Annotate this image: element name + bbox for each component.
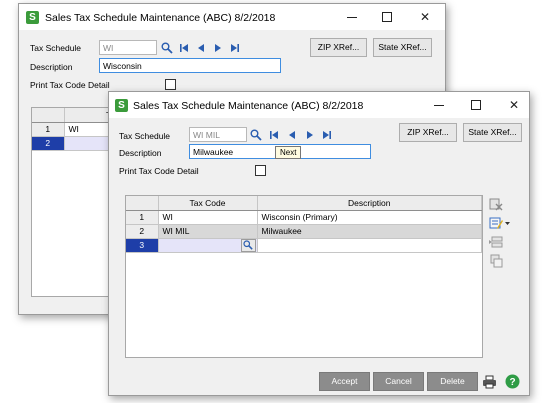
minimize-button[interactable] — [431, 97, 447, 113]
grid-corner — [126, 196, 159, 211]
delete-button[interactable]: Delete — [427, 372, 478, 391]
description-cell[interactable]: Wisconsin (Primary) — [257, 210, 482, 225]
tax-schedule-field[interactable]: WI — [99, 40, 157, 55]
minimize-button[interactable] — [344, 9, 360, 25]
row-number: 3 — [126, 238, 159, 253]
previous-record-icon[interactable] — [196, 43, 206, 54]
copy-row-icon[interactable] — [489, 254, 503, 268]
tax-schedule-field[interactable]: WI MIL — [189, 127, 247, 142]
accept-button[interactable]: Accept — [319, 372, 370, 391]
description-cell[interactable] — [257, 238, 482, 253]
app-icon: S — [26, 11, 39, 24]
print-detail-label: Print Tax Code Detail — [119, 166, 199, 176]
table-row[interactable]: 3 — [126, 238, 482, 253]
next-tooltip: Next — [275, 146, 302, 159]
zip-xref-button[interactable]: ZIP XRef... — [310, 38, 367, 57]
window-title: Sales Tax Schedule Maintenance (ABC) 8/2… — [133, 100, 364, 112]
table-row[interactable]: 2 — [32, 136, 120, 151]
tax-code-cell[interactable]: WI MIL — [158, 224, 258, 239]
column-header-tax-code[interactable]: Tax Code — [158, 196, 258, 211]
print-detail-checkbox[interactable] — [255, 165, 266, 176]
window-title: Sales Tax Schedule Maintenance (ABC) 8/2… — [45, 12, 276, 24]
table-row[interactable]: 1 WI Wisconsin (Primary) — [126, 210, 482, 225]
row-number: 2 — [32, 136, 65, 151]
insert-row-icon[interactable] — [489, 235, 503, 249]
magnifier-icon[interactable] — [161, 42, 173, 54]
row-number: 2 — [126, 224, 159, 239]
state-xref-button[interactable]: State XRef... — [373, 38, 432, 57]
last-record-icon[interactable] — [322, 130, 332, 141]
cancel-button[interactable]: Cancel — [373, 372, 424, 391]
tax-code-grid[interactable]: Tax Code Description 1 WI Wisconsin (Pri… — [125, 195, 483, 358]
description-label: Description — [119, 148, 162, 158]
column-header-description[interactable]: Description — [257, 196, 482, 211]
next-record-icon[interactable] — [213, 43, 223, 54]
description-label: Description — [30, 62, 73, 72]
maximize-button[interactable] — [379, 9, 395, 25]
last-record-icon[interactable] — [230, 43, 240, 54]
front-window: S Sales Tax Schedule Maintenance (ABC) 8… — [108, 91, 530, 396]
tax-schedule-label: Tax Schedule — [119, 131, 171, 141]
back-titlebar: S Sales Tax Schedule Maintenance (ABC) 8… — [19, 4, 445, 30]
delete-row-icon[interactable] — [489, 197, 503, 211]
front-titlebar: S Sales Tax Schedule Maintenance (ABC) 8… — [109, 92, 529, 118]
printer-icon[interactable] — [482, 375, 497, 389]
magnifier-icon[interactable] — [250, 129, 262, 141]
row-number: 1 — [32, 122, 65, 137]
description-cell[interactable]: Milwaukee — [257, 224, 482, 239]
description-field[interactable]: Wisconsin — [99, 58, 281, 73]
tax-code-cell[interactable] — [158, 238, 258, 253]
tax-schedule-label: Tax Schedule — [30, 43, 82, 53]
close-button[interactable]: ✕ — [506, 97, 522, 113]
previous-record-icon[interactable] — [287, 130, 297, 141]
help-icon[interactable]: ? — [505, 374, 520, 389]
row-number: 1 — [126, 210, 159, 225]
state-xref-button[interactable]: State XRef... — [463, 123, 522, 142]
first-record-icon[interactable] — [269, 130, 279, 141]
app-icon: S — [115, 99, 128, 112]
maximize-button[interactable] — [468, 97, 484, 113]
next-record-icon[interactable] — [305, 130, 315, 141]
svg-text:?: ? — [509, 377, 515, 388]
first-record-icon[interactable] — [179, 43, 189, 54]
table-row[interactable]: 1 WI — [32, 122, 120, 137]
close-button[interactable]: ✕ — [417, 9, 433, 25]
print-detail-label: Print Tax Code Detail — [30, 80, 110, 90]
zip-xref-button[interactable]: ZIP XRef... — [399, 123, 457, 142]
tax-code-cell[interactable]: WI — [158, 210, 258, 225]
edit-rows-icon[interactable] — [489, 216, 511, 230]
lookup-icon[interactable] — [240, 238, 256, 252]
table-row[interactable]: 2 WI MIL Milwaukee — [126, 224, 482, 239]
print-detail-checkbox[interactable] — [165, 79, 176, 90]
